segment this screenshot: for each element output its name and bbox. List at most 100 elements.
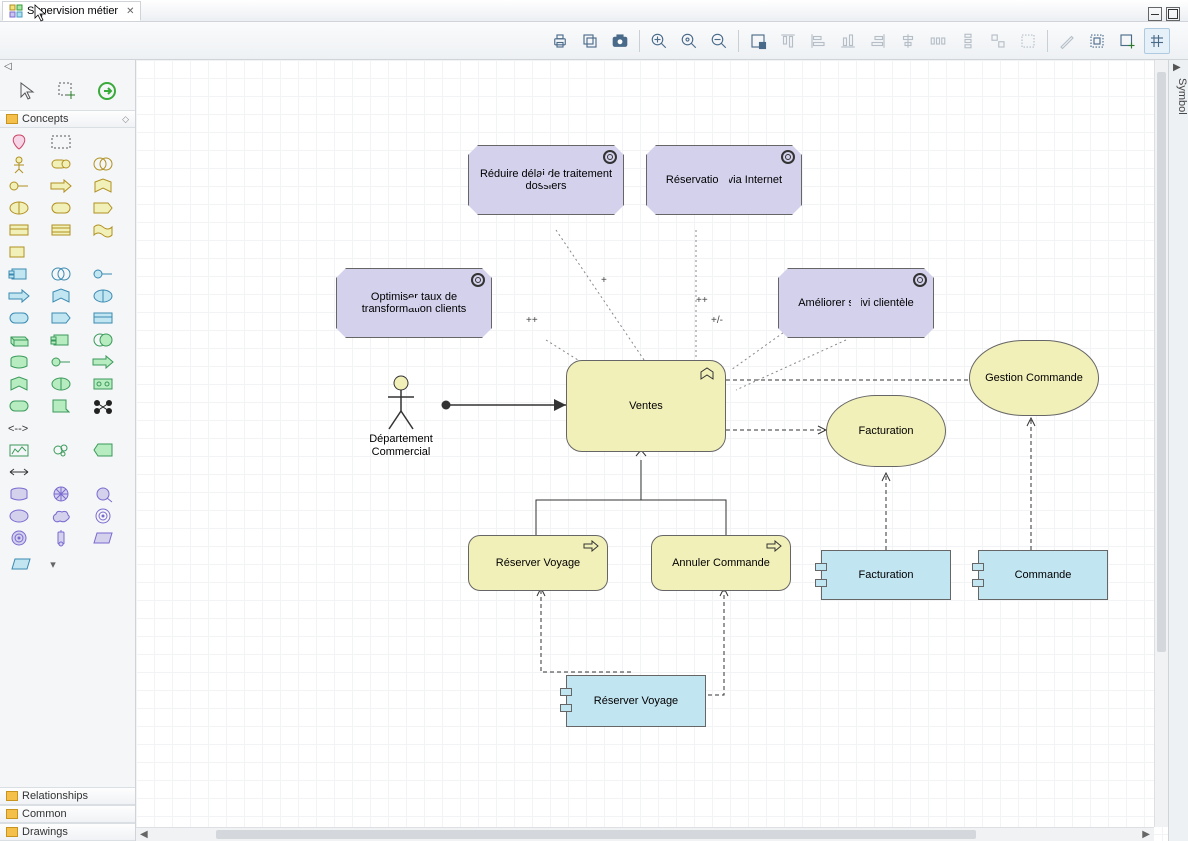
palette-item[interactable] <box>8 464 30 480</box>
process-ventes[interactable]: Ventes <box>566 360 726 452</box>
palette-item[interactable] <box>8 332 30 348</box>
palette-item[interactable] <box>8 134 30 150</box>
service-gestion-commande[interactable]: Gestion Commande <box>969 340 1099 416</box>
palette-item[interactable] <box>8 200 30 216</box>
palette-item[interactable] <box>50 530 72 546</box>
distribute-v-button[interactable] <box>955 28 981 54</box>
palette-item[interactable] <box>8 288 30 304</box>
palette-more[interactable]: ▾ <box>42 556 64 572</box>
actor-departement-commercial[interactable]: Département Commercial <box>356 375 446 459</box>
palette-item[interactable] <box>50 354 72 370</box>
palette-item[interactable] <box>92 266 114 282</box>
select-mode-button[interactable] <box>745 28 771 54</box>
save-image-button[interactable] <box>577 28 603 54</box>
palette-item[interactable] <box>50 200 72 216</box>
align-center-h-button[interactable] <box>895 28 921 54</box>
goal-reduire-delai[interactable]: Réduire délai de traitement dossiers <box>468 145 624 215</box>
palette-section-relationships[interactable]: Relationships <box>0 787 135 805</box>
component-commande[interactable]: Commande <box>978 550 1108 600</box>
zoom-out-button[interactable] <box>706 28 732 54</box>
crop-button[interactable] <box>1015 28 1041 54</box>
palette-item[interactable] <box>8 354 30 370</box>
add-shape-button[interactable] <box>1114 28 1140 54</box>
palette-item[interactable] <box>92 156 114 172</box>
align-right-button[interactable] <box>865 28 891 54</box>
palette-item[interactable] <box>50 332 72 348</box>
palette-item[interactable] <box>8 266 30 282</box>
palette-item[interactable] <box>8 222 30 238</box>
palette-item[interactable] <box>50 486 72 502</box>
palette-item[interactable] <box>50 508 72 524</box>
palette-section-concepts[interactable]: Concepts ◇ <box>0 110 135 128</box>
snapshot-button[interactable] <box>607 28 633 54</box>
palette-item[interactable] <box>92 508 114 524</box>
vertical-scrollbar[interactable] <box>1154 60 1168 827</box>
palette-item[interactable] <box>92 200 114 216</box>
zoom-in-button[interactable] <box>646 28 672 54</box>
process-reserver-voyage[interactable]: Réserver Voyage <box>468 535 608 591</box>
distribute-h-button[interactable] <box>925 28 951 54</box>
palette-item[interactable] <box>92 310 114 326</box>
palette-item[interactable] <box>92 398 114 414</box>
palette-item[interactable] <box>92 354 114 370</box>
symbol-panel[interactable]: ▶ Symbol <box>1168 60 1188 841</box>
palette-item[interactable] <box>8 442 30 458</box>
goal-reservation-internet[interactable]: Réservation via Internet <box>646 145 802 215</box>
palette-item[interactable] <box>8 310 30 326</box>
palette-item[interactable] <box>50 222 72 238</box>
goal-optimiser-taux[interactable]: Optimiser taux de transformation clients <box>336 268 492 338</box>
component-facturation[interactable]: Facturation <box>821 550 951 600</box>
palette-item[interactable] <box>50 442 72 458</box>
palette-item[interactable]: <--> <box>8 420 30 436</box>
goal-ameliorer-suivi[interactable]: Améliorer suivi clientèle <box>778 268 934 338</box>
close-icon[interactable]: ✕ <box>126 6 134 17</box>
palette-item[interactable] <box>8 398 30 414</box>
palette-item[interactable] <box>8 508 30 524</box>
select-tool[interactable] <box>16 79 40 103</box>
component-reserver-voyage[interactable]: Réserver Voyage <box>566 675 706 727</box>
palette-item[interactable] <box>8 244 30 260</box>
link-tool[interactable] <box>95 79 119 103</box>
palette-item[interactable] <box>8 486 30 502</box>
align-left-button[interactable] <box>805 28 831 54</box>
palette-item[interactable] <box>50 156 72 172</box>
grid-toggle-button[interactable] <box>1144 28 1170 54</box>
palette-item[interactable] <box>8 156 30 172</box>
palette-item[interactable] <box>92 486 114 502</box>
align-bottom-button[interactable] <box>835 28 861 54</box>
palette-item[interactable] <box>92 530 114 546</box>
process-annuler-commande[interactable]: Annuler Commande <box>651 535 791 591</box>
palette-item[interactable] <box>8 376 30 392</box>
zoom-fit-button[interactable] <box>676 28 702 54</box>
palette-item[interactable] <box>92 376 114 392</box>
palette-item[interactable] <box>10 556 32 572</box>
brush-button[interactable] <box>1054 28 1080 54</box>
palette-item[interactable] <box>50 376 72 392</box>
marquee-tool[interactable] <box>55 79 79 103</box>
palette-item[interactable] <box>92 178 114 194</box>
palette-item[interactable] <box>50 398 72 414</box>
palette-collapse-arrow[interactable]: ◁ <box>0 60 135 72</box>
palette-item[interactable] <box>92 442 114 458</box>
horizontal-scrollbar[interactable]: ◀▶ <box>136 827 1154 841</box>
palette-item[interactable] <box>8 530 30 546</box>
palette-item[interactable] <box>8 178 30 194</box>
palette-item[interactable] <box>92 332 114 348</box>
align-top-button[interactable] <box>775 28 801 54</box>
same-size-button[interactable] <box>985 28 1011 54</box>
tab-supervision[interactable]: Supervision métier ✕ <box>2 1 141 21</box>
palette-item[interactable] <box>50 134 72 150</box>
print-button[interactable] <box>547 28 573 54</box>
palette-section-drawings[interactable]: Drawings <box>0 823 135 841</box>
palette-item[interactable] <box>92 222 114 238</box>
palette-item[interactable] <box>92 288 114 304</box>
palette-section-common[interactable]: Common <box>0 805 135 823</box>
minimize-button[interactable] <box>1148 7 1162 21</box>
service-facturation[interactable]: Facturation <box>826 395 946 467</box>
style-button[interactable] <box>1084 28 1110 54</box>
palette-item[interactable] <box>50 310 72 326</box>
palette-item[interactable] <box>50 288 72 304</box>
palette-item[interactable] <box>50 266 72 282</box>
palette-item[interactable] <box>50 178 72 194</box>
maximize-button[interactable] <box>1166 7 1180 21</box>
